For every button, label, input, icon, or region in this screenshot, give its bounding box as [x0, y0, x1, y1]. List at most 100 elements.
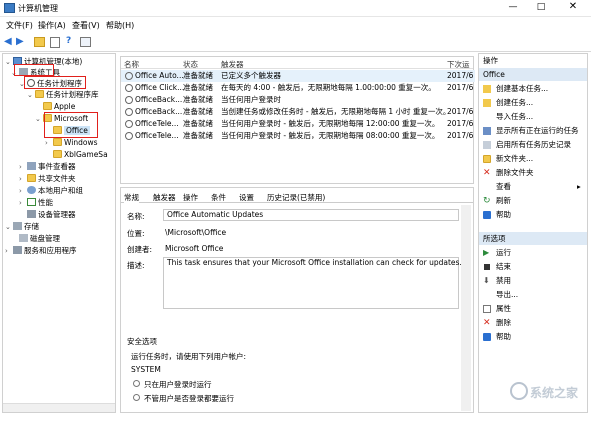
column-trigger[interactable]: 触发器 [221, 59, 244, 70]
computer-management-icon [4, 3, 15, 13]
minimize-button[interactable]: — [500, 2, 526, 14]
view-icon[interactable] [80, 37, 91, 47]
device-manager-icon [27, 210, 36, 218]
end-task[interactable]: 结束 [479, 260, 587, 273]
task-icon [125, 96, 133, 104]
tab-settings[interactable]: 设置 [239, 192, 254, 203]
run-always-label: 不管用户是否登录都要运行 [144, 394, 234, 403]
delete-task[interactable]: ✕ 删除 [479, 316, 587, 329]
create-task[interactable]: 创建任务... [479, 96, 587, 109]
help-office[interactable]: 帮助 [479, 208, 587, 221]
run-logged-on-radio[interactable] [133, 380, 140, 387]
location-label: 位置: [127, 229, 145, 238]
properties-icon [483, 305, 491, 313]
tab-actions[interactable]: 操作 [183, 192, 198, 203]
help-selected[interactable]: 帮助 [479, 330, 587, 343]
run-always-radio[interactable] [133, 394, 140, 401]
tree-windows[interactable]: › Windows [45, 137, 97, 148]
tree-disk-management[interactable]: 磁盘管理 [19, 233, 60, 244]
column-status[interactable]: 状态 [183, 59, 198, 70]
tree-device-manager[interactable]: 设备管理器 [27, 209, 76, 220]
import-task[interactable]: 导入任务... [479, 110, 587, 123]
task-row[interactable]: OfficeTele... 准备就绪 当任何用户登录时 - 触发后，无限期地每隔… [121, 118, 475, 130]
tree-event-viewer[interactable]: › 事件查看器 [19, 161, 76, 172]
view-menu[interactable]: 查看 ▸ [479, 180, 587, 193]
refresh[interactable]: ↻ 刷新 [479, 194, 587, 207]
new-folder-icon [483, 155, 491, 163]
expand-arrow-icon: ⌄ [5, 223, 11, 231]
help-icon [483, 333, 491, 341]
task-icon [125, 72, 133, 80]
menu-action[interactable]: 操作(A) [38, 20, 66, 31]
menu-file[interactable]: 文件(F) [6, 20, 33, 31]
horizontal-scrollbar[interactable] [3, 403, 115, 412]
tree-apple[interactable]: Apple [43, 101, 75, 112]
tab-triggers[interactable]: 触发器 [153, 192, 176, 203]
tree-xblgamesave[interactable]: XblGameSa [53, 149, 108, 160]
tree-task-library[interactable]: ⌄ 任务计划程序库 [27, 89, 99, 100]
name-field[interactable]: Office Automatic Updates [163, 209, 459, 221]
description-field[interactable]: This task ensures that your Microsoft Of… [163, 257, 462, 309]
window-title: 计算机管理 [18, 4, 58, 13]
tree-services-apps[interactable]: › 服务和应用程序 [5, 245, 77, 256]
menu-help[interactable]: 帮助(H) [106, 20, 134, 31]
task-icon [125, 108, 133, 116]
actions-section-selected[interactable]: 所选项 [479, 232, 587, 245]
export-task[interactable]: 导出... [479, 288, 587, 301]
collapse-arrow-icon: › [5, 247, 8, 255]
refresh-icon: ↻ [483, 196, 491, 206]
task-icon [125, 84, 133, 92]
title-bar: 计算机管理 — □ ✕ [0, 0, 591, 17]
create-basic-task-icon [483, 85, 491, 93]
tree-performance[interactable]: › 性能 [19, 197, 53, 208]
tree-local-users[interactable]: › 本地用户和组 [19, 185, 83, 196]
task-row[interactable]: Office Click... 准备就绪 在每天的 4:00 - 触发后，无限期… [121, 82, 475, 94]
column-next-run[interactable]: 下次运 [447, 59, 470, 70]
forward-icon[interactable]: ▶ [16, 36, 29, 49]
maximize-button[interactable]: □ [528, 2, 554, 14]
tab-history[interactable]: 历史记录(已禁用) [267, 192, 325, 203]
column-name[interactable]: 名称 [124, 59, 139, 70]
task-properties[interactable]: 属性 [479, 302, 587, 315]
delete-icon: ✕ [483, 318, 491, 328]
author-value: Microsoft Office [165, 244, 224, 253]
folder-icon [43, 102, 52, 110]
create-basic-task[interactable]: 创建基本任务... [479, 82, 587, 95]
running-tasks-icon [483, 127, 491, 135]
highlight-task-scheduler [24, 76, 86, 89]
task-icon [125, 120, 133, 128]
task-detail-pane: 常规 触发器 操作 条件 设置 历史记录(已禁用) 名称: Office Aut… [120, 187, 474, 413]
tab-general[interactable]: 常规 [124, 192, 139, 203]
delete-folder[interactable]: ✕ 删除文件夹 [479, 166, 587, 179]
services-icon [13, 246, 22, 254]
new-folder[interactable]: 新文件夹... [479, 152, 587, 165]
run-as-value: SYSTEM [131, 365, 161, 374]
task-row[interactable]: Office Auto... 准备就绪 已定义多个触发器 2017/6 [121, 70, 475, 82]
properties-icon[interactable] [50, 37, 60, 48]
task-icon [125, 132, 133, 140]
actions-section-office[interactable]: Office [479, 68, 587, 81]
history-icon [483, 141, 491, 149]
security-options-title: 安全选项 [127, 337, 157, 346]
help-icon[interactable]: ? [66, 36, 79, 49]
show-running-tasks[interactable]: 显示所有正在运行的任务 [479, 124, 587, 137]
run-task[interactable]: ▶ 运行 [479, 246, 587, 259]
actions-pane: 操作 Office 创建基本任务... 创建任务... 导入任务... 显示所有… [478, 53, 588, 413]
end-icon [484, 264, 490, 270]
folder-icon [35, 90, 44, 98]
detail-tabs: 常规 触发器 操作 条件 设置 历史记录(已禁用) [121, 188, 473, 203]
tree-storage[interactable]: ⌄ 存储 [5, 221, 39, 232]
detail-scrollbar[interactable] [461, 205, 471, 411]
up-folder-icon[interactable] [34, 37, 45, 47]
disable-task[interactable]: ⬇ 禁用 [479, 274, 587, 287]
task-row[interactable]: OfficeTele... 准备就绪 当任何用户登录时 - 触发后，无限期地每隔… [121, 130, 475, 142]
tree-shared-folders[interactable]: › 共享文件夹 [19, 173, 76, 184]
enable-history[interactable]: 启用所有任务历史记录 [479, 138, 587, 151]
tab-conditions[interactable]: 条件 [211, 192, 226, 203]
task-row[interactable]: OfficeBack... 准备就绪 当任何用户登录时 [121, 94, 475, 106]
close-button[interactable]: ✕ [560, 1, 586, 13]
collapse-arrow-icon: › [45, 139, 48, 147]
task-row[interactable]: OfficeBack... 准备就绪 当创建任务或修改任务时 - 触发后，无限期… [121, 106, 475, 118]
menu-view[interactable]: 查看(V) [72, 20, 100, 31]
event-viewer-icon [27, 162, 36, 170]
